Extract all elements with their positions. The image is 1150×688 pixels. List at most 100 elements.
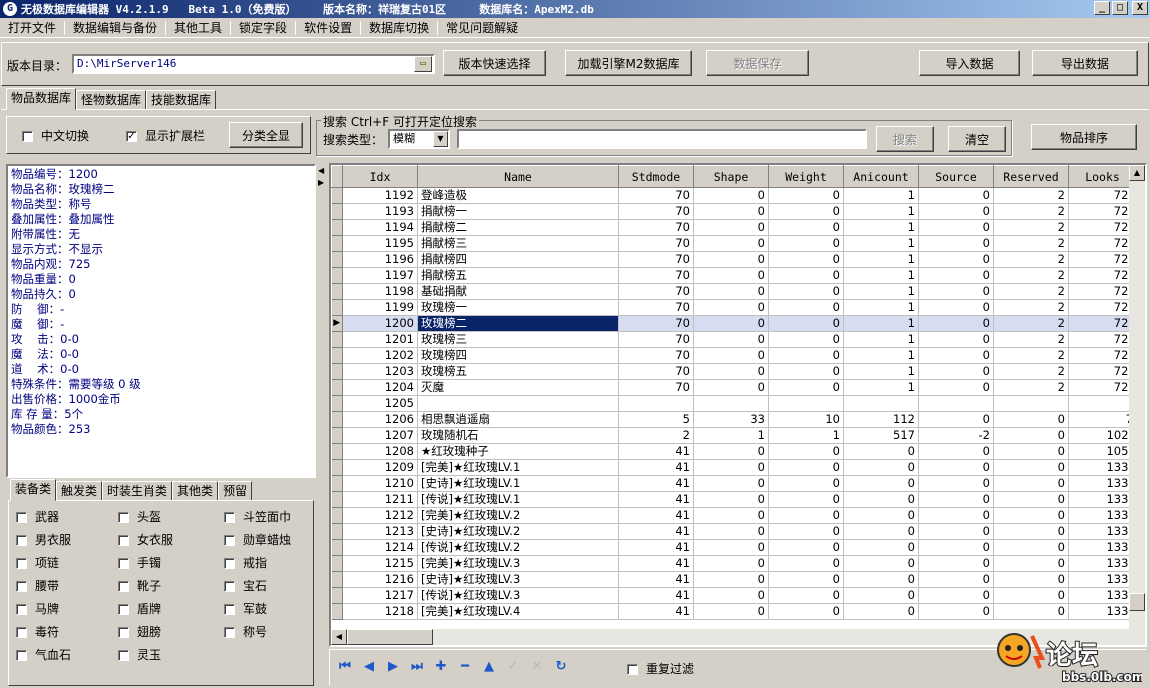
table-cell[interactable]: 0 bbox=[993, 459, 1069, 476]
category-checkbox[interactable]: 项链 bbox=[16, 554, 59, 571]
category-checkbox[interactable]: 斗笠面巾 bbox=[224, 508, 291, 525]
table-cell[interactable]: 0 bbox=[918, 283, 994, 300]
table-row[interactable]: 1208 ★红玫瑰种子 41 0 0 0 0 0 105! bbox=[331, 443, 1137, 460]
row-indicator[interactable] bbox=[331, 331, 343, 348]
table-cell[interactable]: 72! bbox=[1068, 235, 1137, 252]
next-record-icon[interactable]: ▶ bbox=[384, 657, 402, 675]
table-cell[interactable]: 1 bbox=[843, 267, 919, 284]
table-cell[interactable]: 0 bbox=[918, 363, 994, 380]
scroll-thumb[interactable] bbox=[1129, 593, 1145, 611]
row-indicator[interactable] bbox=[331, 571, 343, 588]
row-indicator[interactable] bbox=[331, 523, 343, 540]
table-cell[interactable]: [传说]★红玫瑰LV.2 bbox=[417, 539, 619, 556]
row-indicator[interactable] bbox=[331, 251, 343, 268]
table-row[interactable]: 1207 玫瑰随机石 2 1 1 517 -2 0 102( bbox=[331, 427, 1137, 444]
table-row[interactable]: 1197 捐献榜五 70 0 0 1 0 2 72! bbox=[331, 267, 1137, 284]
row-indicator[interactable] bbox=[331, 363, 343, 380]
category-checkbox[interactable]: 戒指 bbox=[224, 554, 267, 571]
table-cell[interactable]: 0 bbox=[918, 571, 994, 588]
table-row[interactable]: 1215 [完美]★红玫瑰LV.3 41 0 0 0 0 0 133! bbox=[331, 555, 1137, 572]
category-checkbox[interactable]: 头盔 bbox=[118, 508, 161, 525]
first-record-icon[interactable]: ⏮ bbox=[336, 657, 354, 675]
table-cell[interactable]: 0 bbox=[843, 587, 919, 604]
checkbox-box[interactable] bbox=[224, 604, 235, 615]
folder-icon[interactable]: ▭ bbox=[414, 56, 432, 72]
search-type-select[interactable]: 模糊 ▼ bbox=[388, 129, 450, 149]
table-row[interactable]: 1199 玫瑰榜一 70 0 0 1 0 2 72! bbox=[331, 299, 1137, 316]
table-cell[interactable]: 1201 bbox=[342, 331, 418, 348]
table-cell[interactable]: 玫瑰榜一 bbox=[417, 299, 619, 316]
table-cell[interactable]: 1214 bbox=[342, 539, 418, 556]
table-cell[interactable]: 1 bbox=[843, 187, 919, 204]
category-checkbox[interactable]: 手镯 bbox=[118, 554, 161, 571]
table-cell[interactable]: 0 bbox=[993, 571, 1069, 588]
table-cell[interactable]: [完美]★红玫瑰LV.2 bbox=[417, 507, 619, 524]
table-cell[interactable]: 1 bbox=[843, 251, 919, 268]
table-row[interactable]: 1201 玫瑰榜三 70 0 0 1 0 2 72! bbox=[331, 331, 1137, 348]
table-cell[interactable]: 0 bbox=[843, 523, 919, 540]
table-cell[interactable]: 1197 bbox=[342, 267, 418, 284]
scroll-left-icon[interactable]: ◀ bbox=[331, 629, 347, 645]
table-cell[interactable]: 2 bbox=[993, 379, 1069, 396]
table-cell[interactable]: 0 bbox=[693, 331, 769, 348]
table-cell[interactable]: 0 bbox=[918, 491, 994, 508]
column-header[interactable]: Idx bbox=[342, 165, 418, 188]
category-checkbox[interactable]: 气血石 bbox=[16, 646, 71, 663]
table-cell[interactable]: 72! bbox=[1068, 299, 1137, 316]
table-cell[interactable]: 0 bbox=[843, 603, 919, 620]
table-cell[interactable] bbox=[768, 395, 844, 412]
table-cell[interactable]: 1210 bbox=[342, 475, 418, 492]
search-button[interactable]: 搜索 bbox=[876, 126, 934, 152]
table-cell[interactable]: 70 bbox=[618, 235, 694, 252]
table-cell[interactable]: 0 bbox=[768, 283, 844, 300]
category-checkbox[interactable]: 军鼓 bbox=[224, 600, 267, 617]
checkbox-box[interactable] bbox=[16, 581, 27, 592]
table-cell[interactable]: 72! bbox=[1068, 267, 1137, 284]
prior-record-icon[interactable]: ◀ bbox=[360, 657, 378, 675]
table-cell[interactable]: 1215 bbox=[342, 555, 418, 572]
table-cell[interactable]: 捐献榜二 bbox=[417, 219, 619, 236]
table-cell[interactable]: 72! bbox=[1068, 315, 1137, 332]
checkbox-box[interactable] bbox=[118, 558, 129, 569]
table-cell[interactable]: 1211 bbox=[342, 491, 418, 508]
table-row[interactable]: 1202 玫瑰榜四 70 0 0 1 0 2 72! bbox=[331, 347, 1137, 364]
category-tab[interactable]: 触发类 bbox=[56, 481, 103, 501]
table-cell[interactable]: 0 bbox=[693, 283, 769, 300]
table-cell[interactable]: 2 bbox=[993, 331, 1069, 348]
table-cell[interactable]: 0 bbox=[768, 251, 844, 268]
table-cell[interactable]: 1 bbox=[843, 363, 919, 380]
table-cell[interactable]: 0 bbox=[993, 539, 1069, 556]
table-cell[interactable]: 1 bbox=[843, 203, 919, 220]
table-cell[interactable]: 0 bbox=[693, 523, 769, 540]
category-tab[interactable]: 预留 bbox=[218, 481, 253, 501]
table-cell[interactable]: 1 bbox=[843, 347, 919, 364]
table-cell[interactable]: 捐献榜四 bbox=[417, 251, 619, 268]
category-checkbox[interactable]: 毒符 bbox=[16, 623, 59, 640]
table-cell[interactable]: 0 bbox=[768, 187, 844, 204]
table-cell[interactable]: 105! bbox=[1068, 443, 1137, 460]
table-cell[interactable]: 0 bbox=[918, 459, 994, 476]
table-cell[interactable]: 41 bbox=[618, 507, 694, 524]
table-cell[interactable]: 0 bbox=[768, 587, 844, 604]
table-cell[interactable]: 1218 bbox=[342, 603, 418, 620]
repeat-filter-checkbox[interactable]: 重复过滤 bbox=[627, 660, 694, 677]
checkbox-box[interactable] bbox=[224, 627, 235, 638]
category-tab[interactable]: 时装生肖类 bbox=[102, 481, 173, 501]
table-cell[interactable]: 133! bbox=[1068, 571, 1137, 588]
table-cell[interactable]: 1206 bbox=[342, 411, 418, 428]
row-indicator[interactable] bbox=[331, 475, 343, 492]
category-tab[interactable]: 其他类 bbox=[172, 481, 219, 501]
category-tab[interactable]: 装备类 bbox=[10, 479, 57, 501]
table-cell[interactable]: 0 bbox=[843, 443, 919, 460]
table-cell[interactable]: 112 bbox=[843, 411, 919, 428]
category-checkbox[interactable]: 女衣服 bbox=[118, 531, 173, 548]
table-cell[interactable]: 0 bbox=[693, 459, 769, 476]
row-indicator[interactable] bbox=[331, 299, 343, 316]
table-cell[interactable]: 0 bbox=[693, 475, 769, 492]
category-checkbox[interactable]: 男衣服 bbox=[16, 531, 71, 548]
table-cell[interactable]: 0 bbox=[693, 443, 769, 460]
table-row[interactable]: ▶ 1200 玫瑰榜二 70 0 0 1 0 2 72! bbox=[331, 315, 1137, 332]
table-cell[interactable]: 捐献榜三 bbox=[417, 235, 619, 252]
table-cell[interactable]: 5 bbox=[618, 411, 694, 428]
table-cell[interactable]: 70 bbox=[618, 267, 694, 284]
